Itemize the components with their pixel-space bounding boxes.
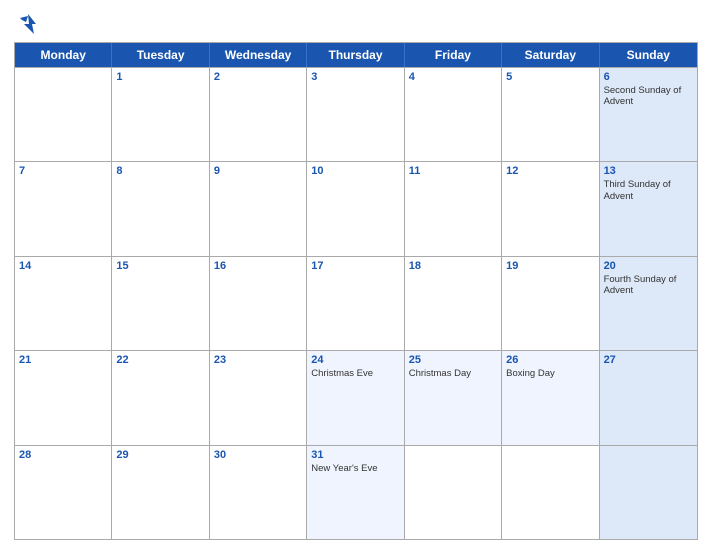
logo-bird-icon (14, 10, 42, 38)
calendar-cell: 18 (405, 257, 502, 350)
day-number: 25 (409, 354, 497, 366)
calendar-cell: 28 (15, 446, 112, 539)
calendar-cell: 2 (210, 68, 307, 161)
day-number: 19 (506, 260, 594, 272)
header-cell-monday: Monday (15, 43, 112, 67)
calendar-cell: 9 (210, 162, 307, 255)
day-number: 11 (409, 165, 497, 177)
calendar-cell: 25 Christmas Day (405, 351, 502, 444)
calendar-header: MondayTuesdayWednesdayThursdayFridaySatu… (15, 43, 697, 67)
day-number: 6 (604, 71, 693, 83)
day-number: 31 (311, 449, 399, 461)
holiday-name: New Year's Eve (311, 463, 399, 474)
calendar-cell: 16 (210, 257, 307, 350)
calendar-cell: 15 (112, 257, 209, 350)
calendar-row: 123456 Second Sunday of Advent (15, 67, 697, 161)
header-cell-saturday: Saturday (502, 43, 599, 67)
day-number: 9 (214, 165, 302, 177)
day-number: 13 (604, 165, 693, 177)
calendar-cell: 13 Third Sunday of Advent (600, 162, 697, 255)
calendar-cell: 7 (15, 162, 112, 255)
header-cell-friday: Friday (405, 43, 502, 67)
calendar-row: 28 29 30 31 New Year's Eve (15, 445, 697, 539)
calendar-cell: 4 (405, 68, 502, 161)
calendar-body: 123456Second Sunday of Advent78910111213… (15, 67, 697, 539)
calendar-cell: 14 (15, 257, 112, 350)
day-number: 23 (214, 354, 302, 366)
calendar-cell: 3 (307, 68, 404, 161)
calendar-cell: 24 Christmas Eve (307, 351, 404, 444)
day-number: 29 (116, 449, 204, 461)
day-number: 15 (116, 260, 204, 272)
holiday-name: Third Sunday of Advent (604, 179, 693, 202)
calendar-cell: 6 Second Sunday of Advent (600, 68, 697, 161)
day-number: 17 (311, 260, 399, 272)
calendar-cell: 20 Fourth Sunday of Advent (600, 257, 697, 350)
holiday-name: Fourth Sunday of Advent (604, 274, 693, 297)
top-bar (14, 10, 698, 38)
day-number: 22 (116, 354, 204, 366)
day-number: 27 (604, 354, 693, 366)
day-number: 16 (214, 260, 302, 272)
calendar-cell: 26 Boxing Day (502, 351, 599, 444)
holiday-name: Second Sunday of Advent (604, 85, 693, 108)
day-number: 14 (19, 260, 107, 272)
calendar-cell: 5 (502, 68, 599, 161)
calendar-cell: 19 (502, 257, 599, 350)
calendar: MondayTuesdayWednesdayThursdayFridaySatu… (14, 42, 698, 540)
day-number: 28 (19, 449, 107, 461)
calendar-cell: 12 (502, 162, 599, 255)
header-cell-sunday: Sunday (600, 43, 697, 67)
calendar-cell (502, 446, 599, 539)
logo (14, 10, 46, 38)
day-number: 10 (311, 165, 399, 177)
day-number: 7 (19, 165, 107, 177)
day-number: 21 (19, 354, 107, 366)
day-number: 1 (116, 71, 204, 83)
day-number: 5 (506, 71, 594, 83)
holiday-name: Christmas Eve (311, 368, 399, 379)
holiday-name: Boxing Day (506, 368, 594, 379)
calendar-cell: 22 (112, 351, 209, 444)
calendar-cell: 8 (112, 162, 209, 255)
header-cell-thursday: Thursday (307, 43, 404, 67)
calendar-cell: 11 (405, 162, 502, 255)
day-number: 30 (214, 449, 302, 461)
calendar-cell: 29 (112, 446, 209, 539)
calendar-cell (15, 68, 112, 161)
calendar-cell: 1 (112, 68, 209, 161)
day-number: 18 (409, 260, 497, 272)
calendar-cell (600, 446, 697, 539)
calendar-cell: 17 (307, 257, 404, 350)
calendar-cell: 30 (210, 446, 307, 539)
calendar-cell: 31 New Year's Eve (307, 446, 404, 539)
calendar-cell: 10 (307, 162, 404, 255)
day-number: 3 (311, 71, 399, 83)
day-number: 26 (506, 354, 594, 366)
page: MondayTuesdayWednesdayThursdayFridaySatu… (0, 0, 712, 550)
calendar-row: 14 15 16 17 18 19 20 Fourth Sunday of Advent (15, 256, 697, 350)
calendar-cell (405, 446, 502, 539)
calendar-cell: 21 (15, 351, 112, 444)
day-number: 4 (409, 71, 497, 83)
calendar-row: 789 10 11 12 13 Third Sunday of Advent (15, 161, 697, 255)
day-number: 12 (506, 165, 594, 177)
day-number: 20 (604, 260, 693, 272)
calendar-cell: 23 (210, 351, 307, 444)
header-cell-tuesday: Tuesday (112, 43, 209, 67)
header-cell-wednesday: Wednesday (210, 43, 307, 67)
calendar-cell: 27 (600, 351, 697, 444)
day-number: 8 (116, 165, 204, 177)
calendar-row: 21 22 23 24 Christmas Eve 25 Christmas Day 26 Bo… (15, 350, 697, 444)
holiday-name: Christmas Day (409, 368, 497, 379)
day-number: 2 (214, 71, 302, 83)
day-number: 24 (311, 354, 399, 366)
